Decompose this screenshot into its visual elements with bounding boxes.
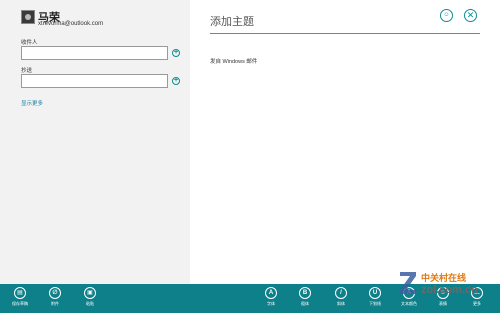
subject-underline <box>210 33 480 34</box>
more-label: 更多 <box>473 301 481 306</box>
italic-button[interactable]: / 斜体 <box>329 287 353 307</box>
bold-label: 粗体 <box>301 301 309 306</box>
font-button[interactable]: A 字体 <box>259 287 283 307</box>
emoji-icon: ☺ <box>437 287 449 299</box>
underline-icon: U <box>369 287 381 299</box>
cc-label: 抄送 <box>21 68 33 74</box>
close-icon[interactable]: ✕ <box>464 9 477 22</box>
italic-label: 斜体 <box>337 301 345 306</box>
emoji-label: 表情 <box>439 301 447 306</box>
sender-email: xtrevorma@outlook.com <box>38 21 104 27</box>
italic-icon: / <box>335 287 347 299</box>
more-icon: … <box>471 287 483 299</box>
text-color-button[interactable]: A 文本颜色 <box>397 287 421 307</box>
to-field[interactable] <box>21 46 168 60</box>
cc-field[interactable] <box>21 74 168 88</box>
app-bar: ▤ 保存草稿 ∅ 附件 ▣ 粘贴 A 字体 B 粗体 / 斜体 U 下划线 A … <box>0 284 500 313</box>
show-more-link[interactable]: 显示更多 <box>21 99 43 107</box>
paste-button[interactable]: ▣ 粘贴 <box>78 287 102 307</box>
add-cc-contact-button[interactable]: + <box>172 77 180 85</box>
save-draft-label: 保存草稿 <box>12 301 28 306</box>
add-to-contact-button[interactable]: + <box>172 49 180 57</box>
save-draft-icon: ▤ <box>14 287 26 299</box>
font-icon: A <box>265 287 277 299</box>
message-body[interactable]: 发自 Windows 邮件 <box>210 57 257 65</box>
more-button[interactable]: … 更多 <box>465 287 489 307</box>
save-draft-button[interactable]: ▤ 保存草稿 <box>8 287 32 307</box>
attachment-label: 附件 <box>51 301 59 306</box>
underline-button[interactable]: U 下划线 <box>363 287 387 307</box>
to-label: 收件人 <box>21 40 38 46</box>
attachment-button[interactable]: ∅ 附件 <box>43 287 67 307</box>
paste-label: 粘贴 <box>86 301 94 306</box>
font-label: 字体 <box>267 301 275 306</box>
compose-header-pane: 马荣 xtrevorma@outlook.com 收件人 + 抄送 + 显示更多 <box>0 0 190 284</box>
paste-icon: ▣ <box>84 287 96 299</box>
avatar[interactable] <box>21 10 35 24</box>
bold-icon: B <box>299 287 311 299</box>
bold-button[interactable]: B 粗体 <box>293 287 317 307</box>
watermark-cn-text: 中关村在线 <box>421 273 467 283</box>
attachment-icon: ∅ <box>49 287 61 299</box>
emoji-icon[interactable]: ☺ <box>440 9 453 22</box>
subject-field[interactable]: 添加主题 <box>210 13 254 29</box>
emoji-button[interactable]: ☺ 表情 <box>431 287 455 307</box>
text-color-icon: A <box>403 287 415 299</box>
text-color-label: 文本颜色 <box>401 301 417 306</box>
underline-label: 下划线 <box>369 301 381 306</box>
